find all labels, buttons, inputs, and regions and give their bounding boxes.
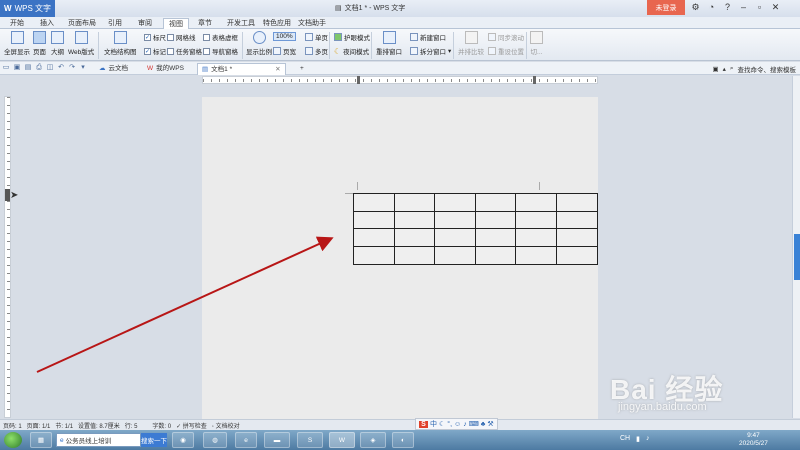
baidu-watermark: Bai 经验 jingyan.baidu.com bbox=[610, 368, 723, 413]
ie-browser-icon[interactable]: e bbox=[235, 432, 257, 448]
emoji-icon[interactable]: ☺ bbox=[454, 421, 461, 428]
taskbar-search-text: 公务员线上培训 bbox=[65, 438, 112, 445]
skin-icon[interactable]: ♣ bbox=[481, 421, 486, 428]
tool-icon[interactable]: ◈ bbox=[360, 432, 386, 448]
app-icon[interactable]: ◐ bbox=[392, 432, 414, 448]
status-page-number: 页码: 1 bbox=[3, 423, 22, 430]
status-section: 节: 1/1 bbox=[55, 423, 74, 430]
wps-sheets-icon[interactable]: S bbox=[297, 432, 323, 448]
windows-taskbar: ▦ e 公务员线上培训 搜索一下 ◉ e ◍ ▬ S W ◈ ◐ CH ▮ ♪ … bbox=[0, 430, 800, 450]
mouse-cursor-icon: ➤ bbox=[10, 190, 19, 201]
status-row: 行: 5 bbox=[124, 423, 138, 430]
tools-icon[interactable]: ⚒ bbox=[487, 420, 493, 428]
ie-icon: e bbox=[60, 436, 64, 444]
watermark-url: jingyan.baidu.com bbox=[618, 401, 707, 413]
spell-check-status[interactable]: ✓ 拼写检查 bbox=[176, 421, 207, 430]
spell-check-label: 拼写检查 bbox=[182, 423, 207, 430]
status-setting: 设置值: 8.7厘米 bbox=[78, 423, 120, 430]
sogou-icon: S bbox=[419, 420, 428, 428]
start-button[interactable] bbox=[4, 432, 22, 448]
clock-date: 2020/5/27 bbox=[739, 440, 768, 447]
chrome-icon[interactable]: ◍ bbox=[203, 432, 227, 448]
media-icon[interactable]: ◉ bbox=[172, 432, 194, 448]
taskbar-clock[interactable]: 9:47 2020/5/27 bbox=[739, 432, 768, 448]
explorer-icon[interactable]: ▬ bbox=[264, 432, 290, 448]
taskbar-search-box[interactable]: e 公务员线上培训 bbox=[56, 433, 141, 447]
system-tray: CH ▮ ♪ bbox=[620, 435, 649, 443]
taskbar-search-button[interactable]: 搜索一下 bbox=[141, 433, 167, 447]
clock-time: 9:47 bbox=[747, 432, 760, 439]
status-pages: 页面: 1/1 bbox=[26, 423, 51, 430]
vertical-scrollbar[interactable] bbox=[792, 76, 800, 418]
ime-language[interactable]: 中 bbox=[430, 419, 437, 429]
keyboard-icon[interactable]: ⌨ bbox=[469, 420, 479, 428]
doc-check-label: 文档校对 bbox=[215, 423, 240, 430]
status-bar: 页码: 1 页面: 1/1 节: 1/1 设置值: 8.7厘米 行: 5 字数:… bbox=[0, 419, 800, 430]
mic-icon[interactable]: ♪ bbox=[463, 421, 467, 428]
scrollbar-thumb[interactable] bbox=[794, 234, 800, 280]
punctuation-icon[interactable]: °, bbox=[447, 421, 452, 428]
taskbar-app-icon[interactable]: ▦ bbox=[30, 432, 52, 448]
wps-writer-icon[interactable]: W bbox=[329, 432, 355, 448]
doc-check-status[interactable]: ◦ 文档校对 bbox=[212, 421, 240, 430]
volume-icon[interactable]: ♪ bbox=[646, 435, 650, 443]
language-indicator[interactable]: CH bbox=[620, 435, 630, 443]
moon-icon[interactable]: ☾ bbox=[439, 420, 445, 428]
ime-toolbar[interactable]: S 中 ☾ °, ☺ ♪ ⌨ ♣ ⚒ bbox=[415, 418, 498, 430]
status-word-count[interactable]: 字数: 0 bbox=[152, 421, 171, 430]
network-icon[interactable]: ▮ bbox=[636, 435, 640, 443]
